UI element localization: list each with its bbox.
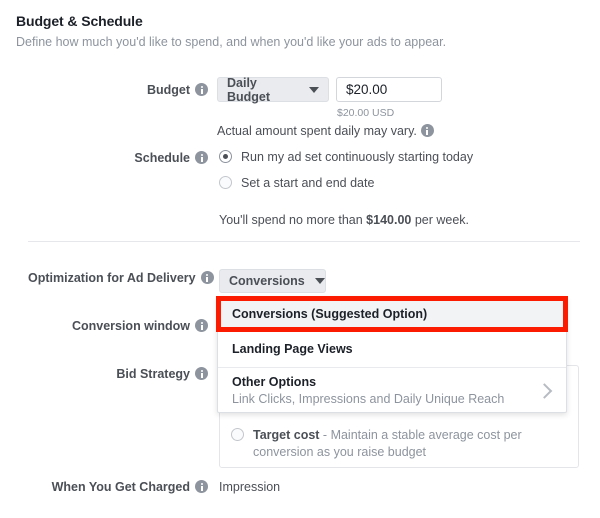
radio-target-cost[interactable] (231, 428, 244, 441)
budget-vary-note: Actual amount spent daily may vary. (217, 123, 434, 139)
schedule-option-label: Run my ad set continuously starting toda… (241, 149, 473, 165)
conversion-window-label: Conversion window (28, 318, 208, 334)
section-header: Budget & Schedule Define how much you'd … (16, 12, 584, 50)
bid-option-name: Target cost (253, 428, 319, 442)
page-title: Budget & Schedule (16, 12, 584, 30)
section-divider (28, 241, 580, 242)
schedule-label: Schedule (28, 150, 208, 166)
info-icon[interactable] (195, 480, 208, 493)
page-subtitle: Define how much you'd like to spend, and… (16, 34, 584, 50)
budget-type-dropdown[interactable]: Daily Budget (217, 77, 329, 102)
menu-item-title: Conversions (Suggested Option) (232, 306, 566, 323)
bid-option-text: Target cost - Maintain a stable average … (253, 427, 569, 461)
charged-label: When You Get Charged (28, 479, 208, 495)
schedule-option-start-end[interactable]: Set a start and end date (219, 175, 374, 191)
budget-type-value: Daily Budget (227, 76, 299, 104)
schedule-option-continuous[interactable]: Run my ad set continuously starting toda… (219, 149, 473, 165)
optimization-value: Conversions (229, 274, 305, 288)
menu-item-title: Other Options (232, 374, 566, 391)
info-icon[interactable] (195, 367, 208, 380)
menu-item-landing-page-views[interactable]: Landing Page Views (218, 332, 566, 367)
schedule-option-label: Set a start and end date (241, 175, 374, 191)
menu-item-conversions[interactable]: Conversions (Suggested Option) (218, 298, 566, 331)
weekly-spend-note: You'll spend no more than $140.00 per we… (219, 212, 469, 228)
optimization-label: Optimization for Ad Delivery (28, 270, 208, 286)
budget-amount-value: $20.00 (346, 82, 387, 97)
budget-currency-note: $20.00 USD (337, 106, 394, 120)
radio-start-end[interactable] (219, 176, 232, 189)
menu-item-description: Link Clicks, Impressions and Daily Uniqu… (232, 391, 566, 408)
menu-item-other-options[interactable]: Other Options Link Clicks, Impressions a… (218, 368, 566, 413)
optimization-dropdown-menu[interactable]: Conversions (Suggested Option) Landing P… (217, 297, 567, 413)
charged-value: Impression (219, 479, 280, 495)
info-icon[interactable] (201, 271, 214, 284)
budget-label: Budget (28, 82, 208, 98)
radio-continuous[interactable] (219, 150, 232, 163)
info-icon[interactable] (195, 319, 208, 332)
chevron-down-icon (309, 87, 319, 93)
budget-amount-input[interactable]: $20.00 (336, 77, 442, 102)
optimization-dropdown-button[interactable]: Conversions (219, 269, 326, 293)
info-icon[interactable] (421, 124, 434, 137)
chevron-down-icon (315, 278, 325, 284)
bid-strategy-label: Bid Strategy (28, 366, 208, 382)
weekly-spend-amount: $140.00 (366, 213, 411, 227)
info-icon[interactable] (195, 151, 208, 164)
bid-option-target-cost[interactable]: Target cost - Maintain a stable average … (231, 427, 569, 461)
menu-item-title: Landing Page Views (232, 341, 566, 358)
info-icon[interactable] (195, 83, 208, 96)
